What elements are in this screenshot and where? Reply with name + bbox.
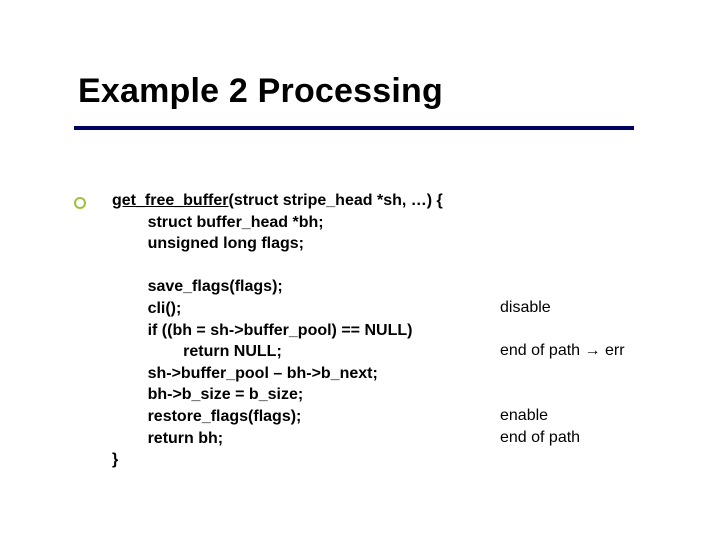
code-l8: return bh; bbox=[112, 430, 223, 447]
slide: Example 2 Processing get_free_buffer(str… bbox=[0, 0, 720, 540]
code-decl1: struct buffer_head *bh; bbox=[112, 214, 324, 231]
bullet-icon bbox=[74, 197, 86, 209]
annotation-end: end of path bbox=[500, 427, 580, 449]
code-l1: save_flags(flags); bbox=[112, 278, 283, 295]
code-l6: bh->b_size = b_size; bbox=[112, 386, 303, 403]
code-l5: sh->buffer_pool – bh->b_next; bbox=[112, 365, 378, 382]
code-close: } bbox=[112, 451, 118, 468]
code-sig-rest: (struct stripe_head *sh, …) { bbox=[228, 192, 442, 209]
code-l4: return NULL; bbox=[112, 343, 282, 360]
code-decl2: unsigned long flags; bbox=[112, 235, 304, 252]
title-underline bbox=[74, 126, 634, 130]
annotation-end-err: end of path → err bbox=[500, 340, 625, 362]
annotation-disable: disable bbox=[500, 297, 551, 319]
code-func-name: get_free_buffer bbox=[112, 192, 228, 209]
annotation-enable: enable bbox=[500, 405, 548, 427]
code-l2: cli(); bbox=[112, 300, 181, 317]
code-block: get_free_buffer(struct stripe_head *sh, … bbox=[112, 190, 443, 471]
slide-title: Example 2 Processing bbox=[78, 72, 443, 111]
code-l3: if ((bh = sh->buffer_pool) == NULL) bbox=[112, 322, 412, 339]
code-l7: restore_flags(flags); bbox=[112, 408, 301, 425]
